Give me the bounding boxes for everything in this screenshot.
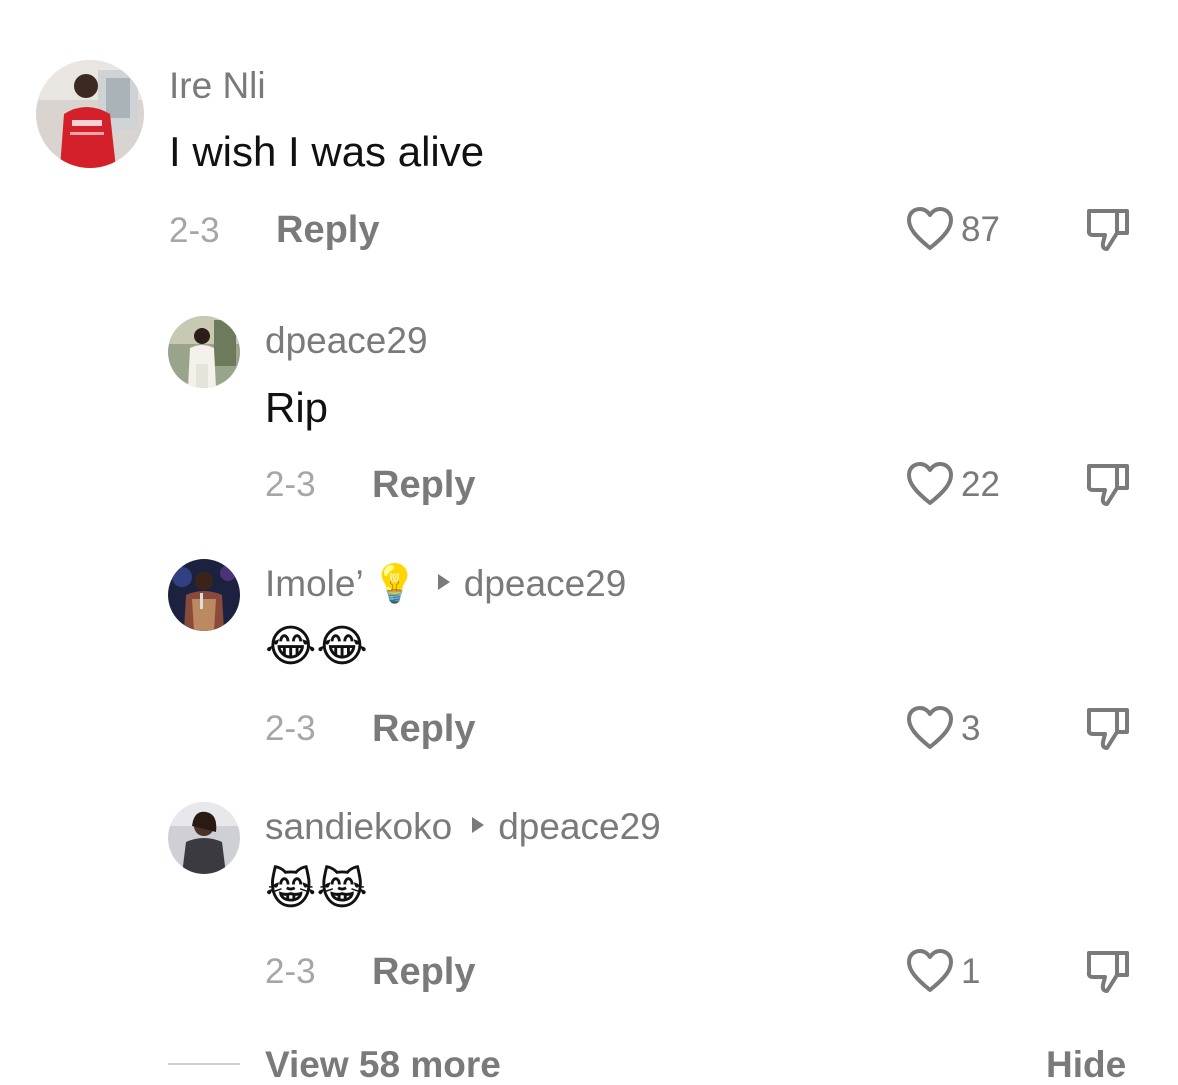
dislike-button[interactable] bbox=[1085, 207, 1131, 258]
like-button[interactable]: 1 bbox=[905, 948, 980, 994]
comment-date: 2-3 bbox=[265, 709, 316, 748]
like-count: 3 bbox=[961, 708, 981, 748]
like-count: 1 bbox=[961, 951, 981, 991]
like-button[interactable]: 22 bbox=[905, 461, 1000, 507]
hide-button[interactable]: Hide bbox=[1046, 1046, 1126, 1083]
thumbs-down-outline-icon bbox=[1086, 951, 1129, 993]
dislike-button[interactable] bbox=[1085, 949, 1131, 1000]
username-text[interactable]: Ire Nli bbox=[169, 65, 266, 106]
triangle-right-icon bbox=[472, 817, 485, 833]
thumbs-down-outline-icon bbox=[1086, 464, 1129, 506]
comment-username[interactable]: dpeace29 bbox=[265, 322, 428, 359]
comment-username[interactable]: Ire Nli bbox=[169, 67, 266, 104]
comment-username[interactable]: sandiekoko dpeace29 bbox=[265, 808, 661, 845]
comment-text: Rip bbox=[265, 384, 329, 431]
avatar[interactable] bbox=[36, 60, 144, 168]
username-text[interactable]: Imole’ bbox=[265, 563, 364, 604]
like-count: 22 bbox=[961, 464, 1000, 504]
reply-button[interactable]: Reply bbox=[372, 466, 475, 504]
reply-to-username[interactable]: dpeace29 bbox=[464, 563, 627, 604]
lightbulb-emoji: 💡 bbox=[371, 563, 418, 604]
comment-date: 2-3 bbox=[265, 952, 316, 991]
like-button[interactable]: 3 bbox=[905, 705, 980, 751]
thumbs-down-outline-icon bbox=[1086, 209, 1129, 251]
avatar[interactable] bbox=[168, 559, 240, 631]
dislike-button[interactable] bbox=[1085, 706, 1131, 757]
comment-text: I wish I was alive bbox=[169, 128, 485, 175]
reply-button[interactable]: Reply bbox=[276, 211, 379, 249]
reply-button[interactable]: Reply bbox=[372, 710, 475, 748]
comment-text: 😂😂 bbox=[265, 622, 368, 671]
view-more-button[interactable]: View 58 more bbox=[265, 1046, 501, 1083]
avatar[interactable] bbox=[168, 802, 240, 874]
username-text[interactable]: dpeace29 bbox=[265, 320, 428, 361]
comment-date: 2-3 bbox=[265, 465, 316, 504]
comment-text: 😹😹 bbox=[265, 865, 368, 914]
username-text[interactable]: sandiekoko bbox=[265, 806, 452, 847]
heart-outline-icon bbox=[907, 949, 953, 992]
like-count: 87 bbox=[961, 209, 1000, 249]
reply-to-username[interactable]: dpeace29 bbox=[498, 806, 661, 847]
comment-date: 2-3 bbox=[169, 211, 220, 250]
thumbs-down-outline-icon bbox=[1086, 708, 1129, 750]
comment-username[interactable]: Imole’ 💡 dpeace29 bbox=[265, 565, 626, 602]
reply-button[interactable]: Reply bbox=[372, 953, 475, 991]
heart-outline-icon bbox=[907, 706, 953, 749]
dislike-button[interactable] bbox=[1085, 462, 1131, 513]
heart-outline-icon bbox=[907, 462, 953, 505]
avatar[interactable] bbox=[168, 316, 240, 388]
triangle-right-icon bbox=[437, 574, 450, 590]
like-button[interactable]: 87 bbox=[905, 206, 1000, 252]
footer-divider bbox=[168, 1063, 240, 1065]
heart-outline-icon bbox=[907, 207, 953, 250]
